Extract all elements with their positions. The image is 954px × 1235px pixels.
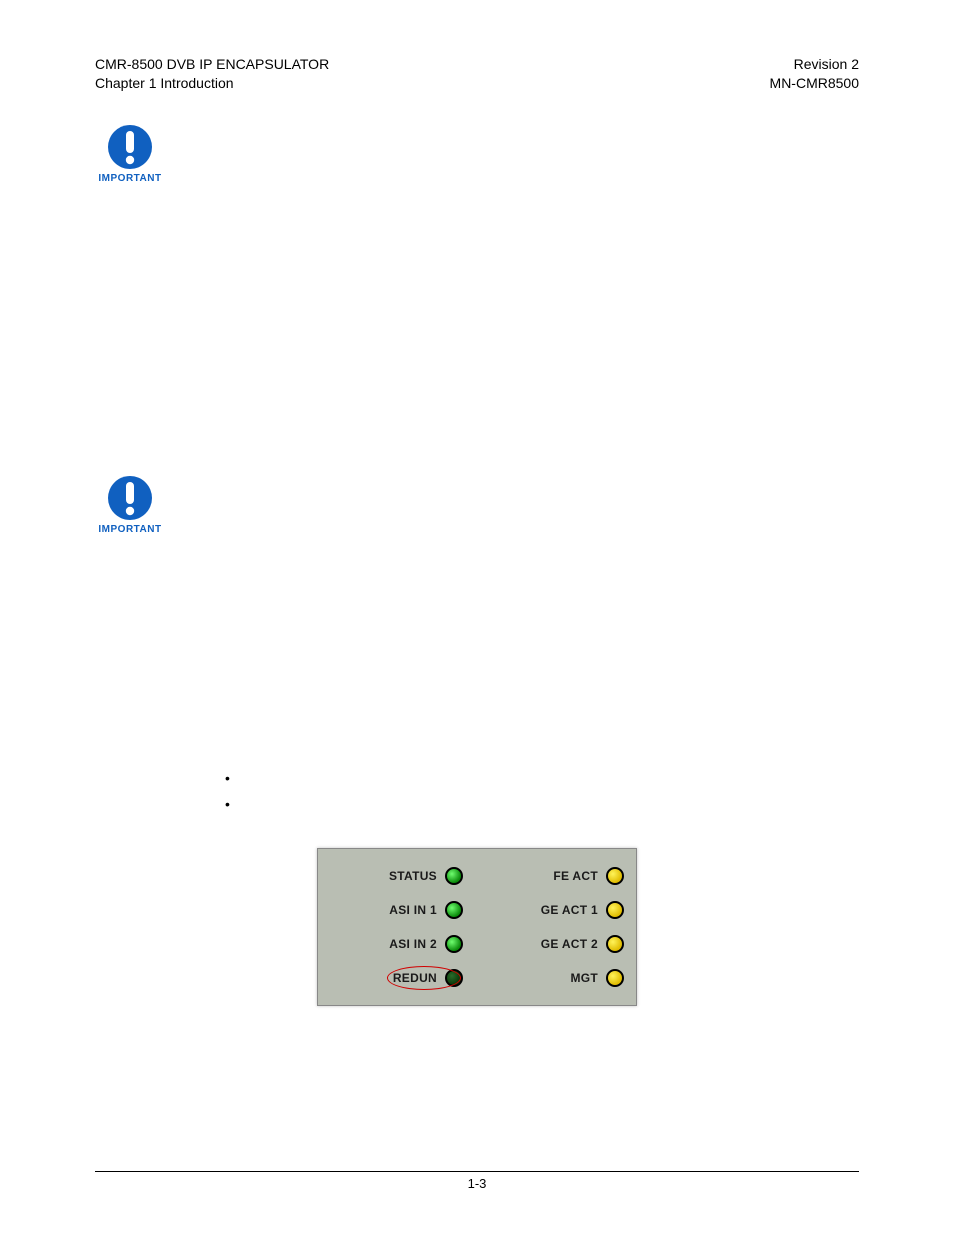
led-row-ge-act-2: GE ACT 2 xyxy=(491,927,624,961)
led-column-left: STATUS ASI IN 1 ASI IN 2 REDUN xyxy=(330,859,463,995)
led-indicator-yellow xyxy=(606,969,624,987)
led-indicator-off xyxy=(445,969,463,987)
header-revision: Revision 2 xyxy=(770,55,859,74)
led-indicator-green xyxy=(445,867,463,885)
content-spacer xyxy=(95,535,859,765)
page-number: 1-3 xyxy=(95,1176,859,1191)
led-row-asi-in-1: ASI IN 1 xyxy=(330,893,463,927)
led-indicator-yellow xyxy=(606,901,624,919)
led-label: GE ACT 1 xyxy=(541,903,598,917)
bullet-list xyxy=(225,765,859,818)
important-icon: IMPORTANT xyxy=(95,474,165,535)
important-icon: IMPORTANT xyxy=(95,123,165,184)
led-row-asi-in-2: ASI IN 2 xyxy=(330,927,463,961)
led-indicator-yellow xyxy=(606,867,624,885)
led-label: MGT xyxy=(570,971,598,985)
led-label: ASI IN 1 xyxy=(389,903,437,917)
led-label: GE ACT 2 xyxy=(541,937,598,951)
header-chapter: Chapter 1 Introduction xyxy=(95,74,329,93)
led-row-ge-act-1: GE ACT 1 xyxy=(491,893,624,927)
header-left: CMR-8500 DVB IP ENCAPSULATOR Chapter 1 I… xyxy=(95,55,329,93)
list-item xyxy=(225,791,859,818)
led-panel-figure: STATUS ASI IN 1 ASI IN 2 REDUN xyxy=(95,848,859,1006)
led-label: FE ACT xyxy=(553,869,598,883)
led-label-highlighted: REDUN xyxy=(393,971,437,985)
led-row-redun: REDUN xyxy=(330,961,463,995)
document-page: CMR-8500 DVB IP ENCAPSULATOR Chapter 1 I… xyxy=(0,0,954,1235)
important-label: IMPORTANT xyxy=(95,173,165,184)
exclamation-icon xyxy=(106,474,154,522)
page-header: CMR-8500 DVB IP ENCAPSULATOR Chapter 1 I… xyxy=(95,55,859,93)
led-panel: STATUS ASI IN 1 ASI IN 2 REDUN xyxy=(317,848,637,1006)
led-label: STATUS xyxy=(389,869,437,883)
footer-rule xyxy=(95,1171,859,1172)
led-label: ASI IN 2 xyxy=(389,937,437,951)
led-column-right: FE ACT GE ACT 1 GE ACT 2 MGT xyxy=(491,859,624,995)
led-row-fe-act: FE ACT xyxy=(491,859,624,893)
led-indicator-yellow xyxy=(606,935,624,953)
page-footer: 1-3 xyxy=(95,1171,859,1191)
led-indicator-green xyxy=(445,901,463,919)
led-row-status: STATUS xyxy=(330,859,463,893)
important-label: IMPORTANT xyxy=(95,524,165,535)
header-docnum: MN-CMR8500 xyxy=(770,74,859,93)
list-item xyxy=(225,765,859,792)
exclamation-icon xyxy=(106,123,154,171)
content-spacer xyxy=(95,184,859,444)
led-row-mgt: MGT xyxy=(491,961,624,995)
header-title: CMR-8500 DVB IP ENCAPSULATOR xyxy=(95,55,329,74)
header-right: Revision 2 MN-CMR8500 xyxy=(770,55,859,93)
led-indicator-green xyxy=(445,935,463,953)
